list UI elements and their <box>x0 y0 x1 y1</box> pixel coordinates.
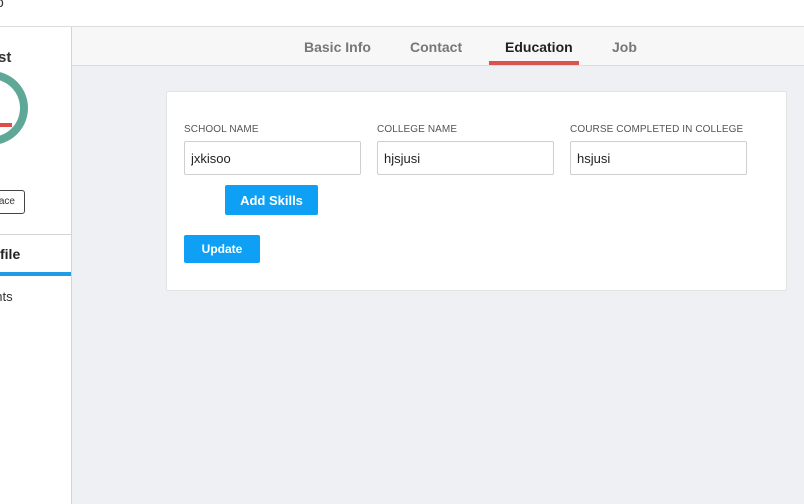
sidebar-item-second[interactable]: ents <box>0 289 13 304</box>
sidebar-action-button[interactable]: ace <box>0 190 25 214</box>
user-name: st <box>0 49 12 66</box>
top-bar: o <box>0 0 804 27</box>
tab-bar: Basic Info Contact Education Job <box>72 27 804 66</box>
sidebar: st ace rofile ents <box>0 27 72 504</box>
top-bar-text: o <box>0 0 4 10</box>
school-name-input[interactable] <box>184 141 361 175</box>
course-completed-label: COURSE COMPLETED IN COLLEGE <box>570 124 744 135</box>
sidebar-divider <box>0 234 71 235</box>
tab-job[interactable]: Job <box>612 39 637 55</box>
course-completed-input[interactable] <box>570 141 747 175</box>
update-button[interactable]: Update <box>184 235 260 263</box>
avatar-image <box>0 79 20 137</box>
avatar[interactable] <box>0 71 28 145</box>
main-content: Basic Info Contact Education Job SCHOOL … <box>72 27 804 504</box>
college-name-label: COLLEGE NAME <box>377 124 458 135</box>
tab-basic-info[interactable]: Basic Info <box>304 39 371 55</box>
college-name-input[interactable] <box>377 141 554 175</box>
avatar-accent <box>0 123 12 127</box>
tab-education[interactable]: Education <box>505 39 573 55</box>
add-skills-button[interactable]: Add Skills <box>225 185 318 215</box>
sidebar-active-indicator <box>0 272 71 276</box>
active-tab-indicator <box>489 61 579 65</box>
education-form-card: SCHOOL NAME COLLEGE NAME COURSE COMPLETE… <box>166 91 787 291</box>
tab-contact[interactable]: Contact <box>410 39 462 55</box>
school-name-label: SCHOOL NAME <box>184 124 259 135</box>
sidebar-item-profile[interactable]: rofile <box>0 246 20 262</box>
